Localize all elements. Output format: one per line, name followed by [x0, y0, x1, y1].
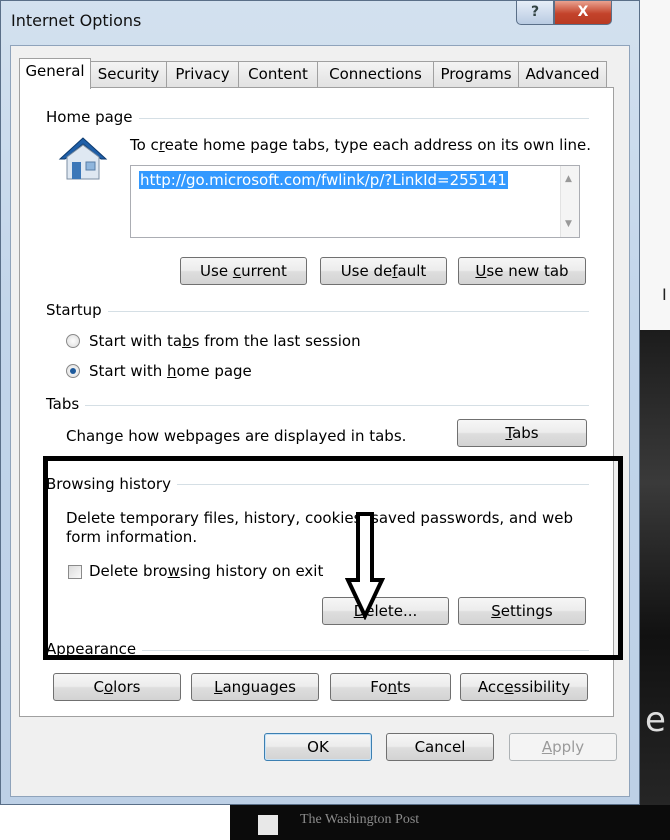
tabs-description: Change how webpages are displayed in tab…	[66, 427, 407, 445]
close-button[interactable]: X	[554, 1, 612, 25]
window-title: Internet Options	[11, 11, 142, 30]
annotation-arrow-icon	[345, 512, 385, 620]
tab-content[interactable]: Content	[238, 61, 318, 88]
delete-history-button[interactable]: Delete...	[322, 597, 449, 625]
tab-privacy[interactable]: Privacy	[166, 61, 239, 88]
delete-on-exit-checkbox[interactable]	[68, 565, 82, 579]
tab-general[interactable]: General	[19, 58, 91, 89]
background-text: I	[662, 285, 667, 304]
divider	[46, 311, 589, 312]
divider	[46, 405, 589, 406]
background-caption-bar: The Washington Post	[230, 805, 670, 840]
startup-group-label: Startup	[46, 301, 108, 319]
use-default-button[interactable]: Use default	[320, 257, 447, 285]
home-page-instruction: To create home page tabs, type each addr…	[130, 136, 591, 154]
home-page-url-textarea[interactable]: http://go.microsoft.com/fwlink/p/?LinkId…	[130, 165, 580, 238]
cancel-button[interactable]: Cancel	[386, 733, 494, 761]
scroll-down-icon[interactable]: ▼	[565, 219, 572, 229]
use-new-tab-button[interactable]: Use new tab	[458, 257, 586, 285]
tabs-settings-button[interactable]: Tabs	[457, 419, 587, 447]
appearance-group-label: Appearance	[46, 640, 143, 658]
background-image	[640, 330, 670, 840]
startup-home-page-radio[interactable]	[66, 364, 80, 378]
delete-on-exit-label[interactable]: Delete browsing history on exit	[89, 562, 323, 581]
startup-last-session-radio[interactable]	[66, 334, 80, 348]
tab-connections[interactable]: Connections	[317, 61, 434, 88]
tab-security[interactable]: Security	[90, 61, 167, 88]
apply-button[interactable]: Apply	[509, 733, 617, 761]
checkbox-icon	[258, 815, 278, 835]
scroll-up-icon[interactable]: ▲	[565, 174, 572, 184]
fonts-button[interactable]: Fonts	[330, 673, 451, 701]
home-page-group-label: Home page	[46, 108, 139, 126]
startup-last-session-label[interactable]: Start with tabs from the last session	[89, 332, 361, 351]
ok-button[interactable]: OK	[264, 733, 372, 761]
help-button[interactable]: ?	[516, 1, 554, 25]
browsing-history-description: Delete temporary files, history, cookies…	[66, 509, 573, 546]
home-page-url[interactable]: http://go.microsoft.com/fwlink/p/?LinkId…	[139, 171, 508, 189]
colors-button[interactable]: Colors	[53, 673, 181, 701]
browsing-history-group-label: Browsing history	[46, 475, 177, 493]
tabs-group-label: Tabs	[46, 395, 86, 413]
languages-button[interactable]: Languages	[191, 673, 319, 701]
tab-programs[interactable]: Programs	[433, 61, 519, 88]
background-caption: The Washington Post	[300, 812, 420, 827]
home-icon	[58, 137, 108, 180]
tab-advanced[interactable]: Advanced	[518, 61, 607, 88]
use-current-button[interactable]: Use current	[180, 257, 307, 285]
accessibility-button[interactable]: Accessibility	[460, 673, 588, 701]
background-text: e	[645, 700, 666, 740]
history-settings-button[interactable]: Settings	[458, 597, 586, 625]
textarea-scrollbar[interactable]: ▲ ▼	[560, 166, 579, 237]
startup-home-page-label[interactable]: Start with home page	[89, 362, 252, 381]
